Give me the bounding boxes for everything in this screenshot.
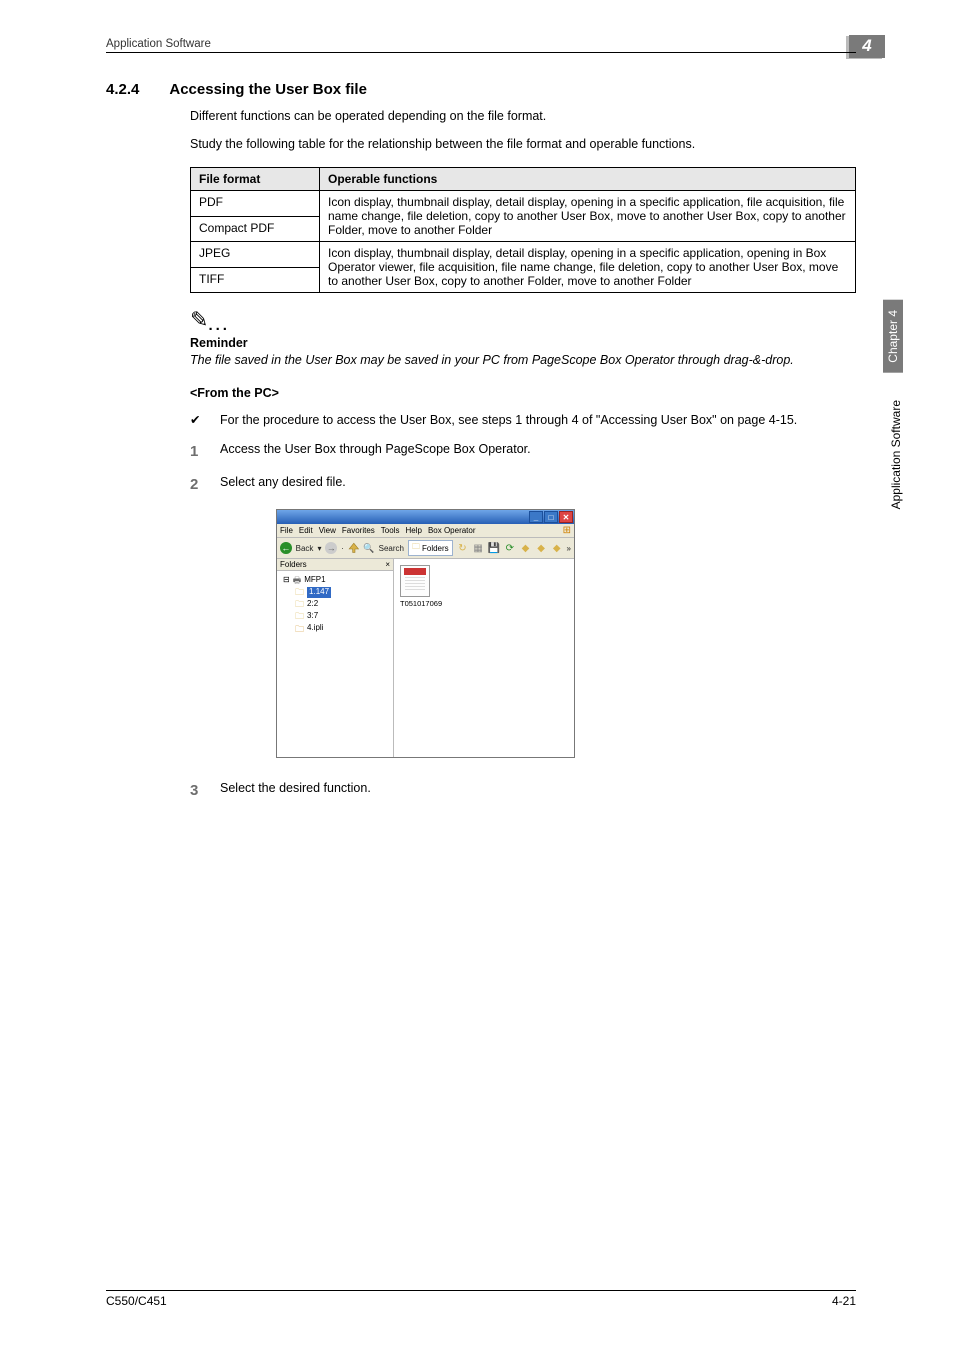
table-row: JPEG Icon display, thumbnail display, de…	[191, 242, 856, 268]
cell-functions: Icon display, thumbnail display, detail …	[320, 191, 856, 242]
page-footer: C550/C451 4-21	[106, 1290, 856, 1308]
tool-icon: ◆	[520, 542, 532, 554]
section-title: Accessing the User Box file	[169, 81, 367, 98]
close-icon: ✕	[559, 511, 573, 523]
reminder-block: ✎... Reminder The file saved in the User…	[190, 307, 856, 370]
separator: ·	[341, 544, 344, 553]
tool-icon: ◆	[535, 542, 547, 554]
step-number: 2	[190, 474, 220, 495]
running-head: Application Software	[106, 38, 856, 50]
dropdown-icon: ▾	[317, 544, 321, 553]
folder-icon: 🗀	[412, 541, 420, 555]
tree-root: MFP1	[304, 575, 325, 586]
menu-help: Help	[405, 526, 421, 535]
search-label: Search	[379, 544, 404, 553]
checkmark-icon: ✔	[190, 412, 220, 430]
menu-view: View	[319, 526, 336, 535]
search-icon: 🔍	[363, 543, 374, 554]
step-1: 1 Access the User Box through PageScope …	[190, 441, 856, 462]
step-text: Select any desired file.	[220, 474, 346, 495]
folder-tree: ⊟🖶MFP1 🗀1.147 🗀2:2 🗀3:7 🗀4.ipli	[277, 571, 393, 638]
note-dots-icon: ...	[208, 317, 230, 334]
file-thumbnail: T051017069	[400, 565, 442, 608]
folders-pane: Folders × ⊟🖶MFP1 🗀1.147 🗀2:2 🗀3:7 🗀4.ipl…	[277, 559, 394, 757]
step-number: 1	[190, 441, 220, 462]
cell-format: JPEG	[191, 242, 320, 268]
menu-edit: Edit	[299, 526, 313, 535]
menu-tools: Tools	[381, 526, 400, 535]
table-header-format: File format	[191, 168, 320, 191]
maximize-icon: □	[544, 511, 558, 523]
prerequisite-text: For the procedure to access the User Box…	[220, 412, 797, 430]
save-icon: 💾	[488, 542, 500, 554]
reminder-text: The file saved in the User Box may be sa…	[190, 352, 856, 370]
file-view: T051017069	[394, 559, 574, 757]
footer-page-number: 4-21	[832, 1294, 856, 1308]
side-tab-appsoft: Application Software	[889, 400, 903, 517]
tree-item: 2:2	[307, 599, 318, 610]
menu-box-operator: Box Operator	[428, 526, 476, 535]
cell-format: Compact PDF	[191, 216, 320, 242]
step-text: Select the desired function.	[220, 780, 371, 801]
tool-icon: ◆	[551, 542, 563, 554]
prerequisite-item: ✔ For the procedure to access the User B…	[190, 412, 856, 430]
intro-paragraph-2: Study the following table for the relati…	[190, 136, 856, 154]
folders-label: Folders	[422, 544, 449, 553]
folders-button: 🗀 Folders	[408, 540, 453, 556]
file-name: T051017069	[400, 599, 442, 608]
sync-icon: ⟳	[504, 542, 516, 554]
tree-item: 3:7	[307, 611, 318, 622]
tree-item-selected: 1.147	[307, 587, 331, 598]
footer-rule	[106, 1290, 856, 1291]
back-label: Back	[296, 544, 314, 553]
forward-icon: →	[325, 542, 337, 554]
step-2: 2 Select any desired file.	[190, 474, 856, 495]
folder-icon: 🗀	[295, 598, 304, 610]
table-row: PDF Icon display, thumbnail display, det…	[191, 191, 856, 217]
folders-pane-title: Folders	[280, 560, 307, 569]
close-pane-icon: ×	[385, 560, 390, 569]
menu-bar: File Edit View Favorites Tools Help Box …	[277, 524, 574, 538]
intro-paragraph-1: Different functions can be operated depe…	[190, 108, 856, 126]
folder-icon: 🗀	[295, 586, 304, 598]
section-number: 4.2.4	[106, 81, 139, 98]
table-header-functions: Operable functions	[320, 168, 856, 191]
back-icon: ←	[280, 542, 292, 554]
toolbar: ← Back ▾ → · 🔍 Search 🗀 Folders ↻ ▦ 💾 ⟳ …	[277, 538, 574, 559]
box-operator-screenshot: _ □ ✕ File Edit View Favorites Tools Hel…	[276, 509, 575, 758]
refresh-icon: ↻	[457, 542, 469, 554]
side-tab-chapter: Chapter 4	[883, 300, 903, 373]
tree-item: 4.ipli	[307, 623, 323, 634]
up-folder-icon	[348, 542, 360, 554]
stop-icon: ▦	[472, 542, 484, 554]
cell-format: TIFF	[191, 267, 320, 293]
locked-folder-icon: 🗀	[295, 623, 304, 635]
folder-icon: 🗀	[295, 610, 304, 622]
step-3: 3 Select the desired function.	[190, 780, 856, 801]
reminder-label: Reminder	[190, 336, 856, 350]
file-format-table: File format Operable functions PDF Icon …	[190, 167, 856, 293]
menu-file: File	[280, 526, 293, 535]
menu-favorites: Favorites	[342, 526, 375, 535]
printer-icon: 🖶	[293, 574, 302, 586]
pdf-file-icon	[400, 565, 430, 597]
step-number: 3	[190, 780, 220, 801]
tree-collapse-icon: ⊟	[283, 575, 290, 586]
note-icon: ✎	[190, 307, 208, 333]
footer-model: C550/C451	[106, 1294, 167, 1308]
step-text: Access the User Box through PageScope Bo…	[220, 441, 531, 462]
minimize-icon: _	[529, 511, 543, 523]
from-pc-subhead: <From the PC>	[190, 386, 856, 400]
cell-format: PDF	[191, 191, 320, 217]
header-rule	[106, 52, 856, 53]
chevron-icon: »	[567, 544, 571, 553]
windows-flag-icon: ⊞	[563, 525, 571, 536]
cell-functions: Icon display, thumbnail display, detail …	[320, 242, 856, 293]
window-titlebar: _ □ ✕	[277, 510, 574, 524]
